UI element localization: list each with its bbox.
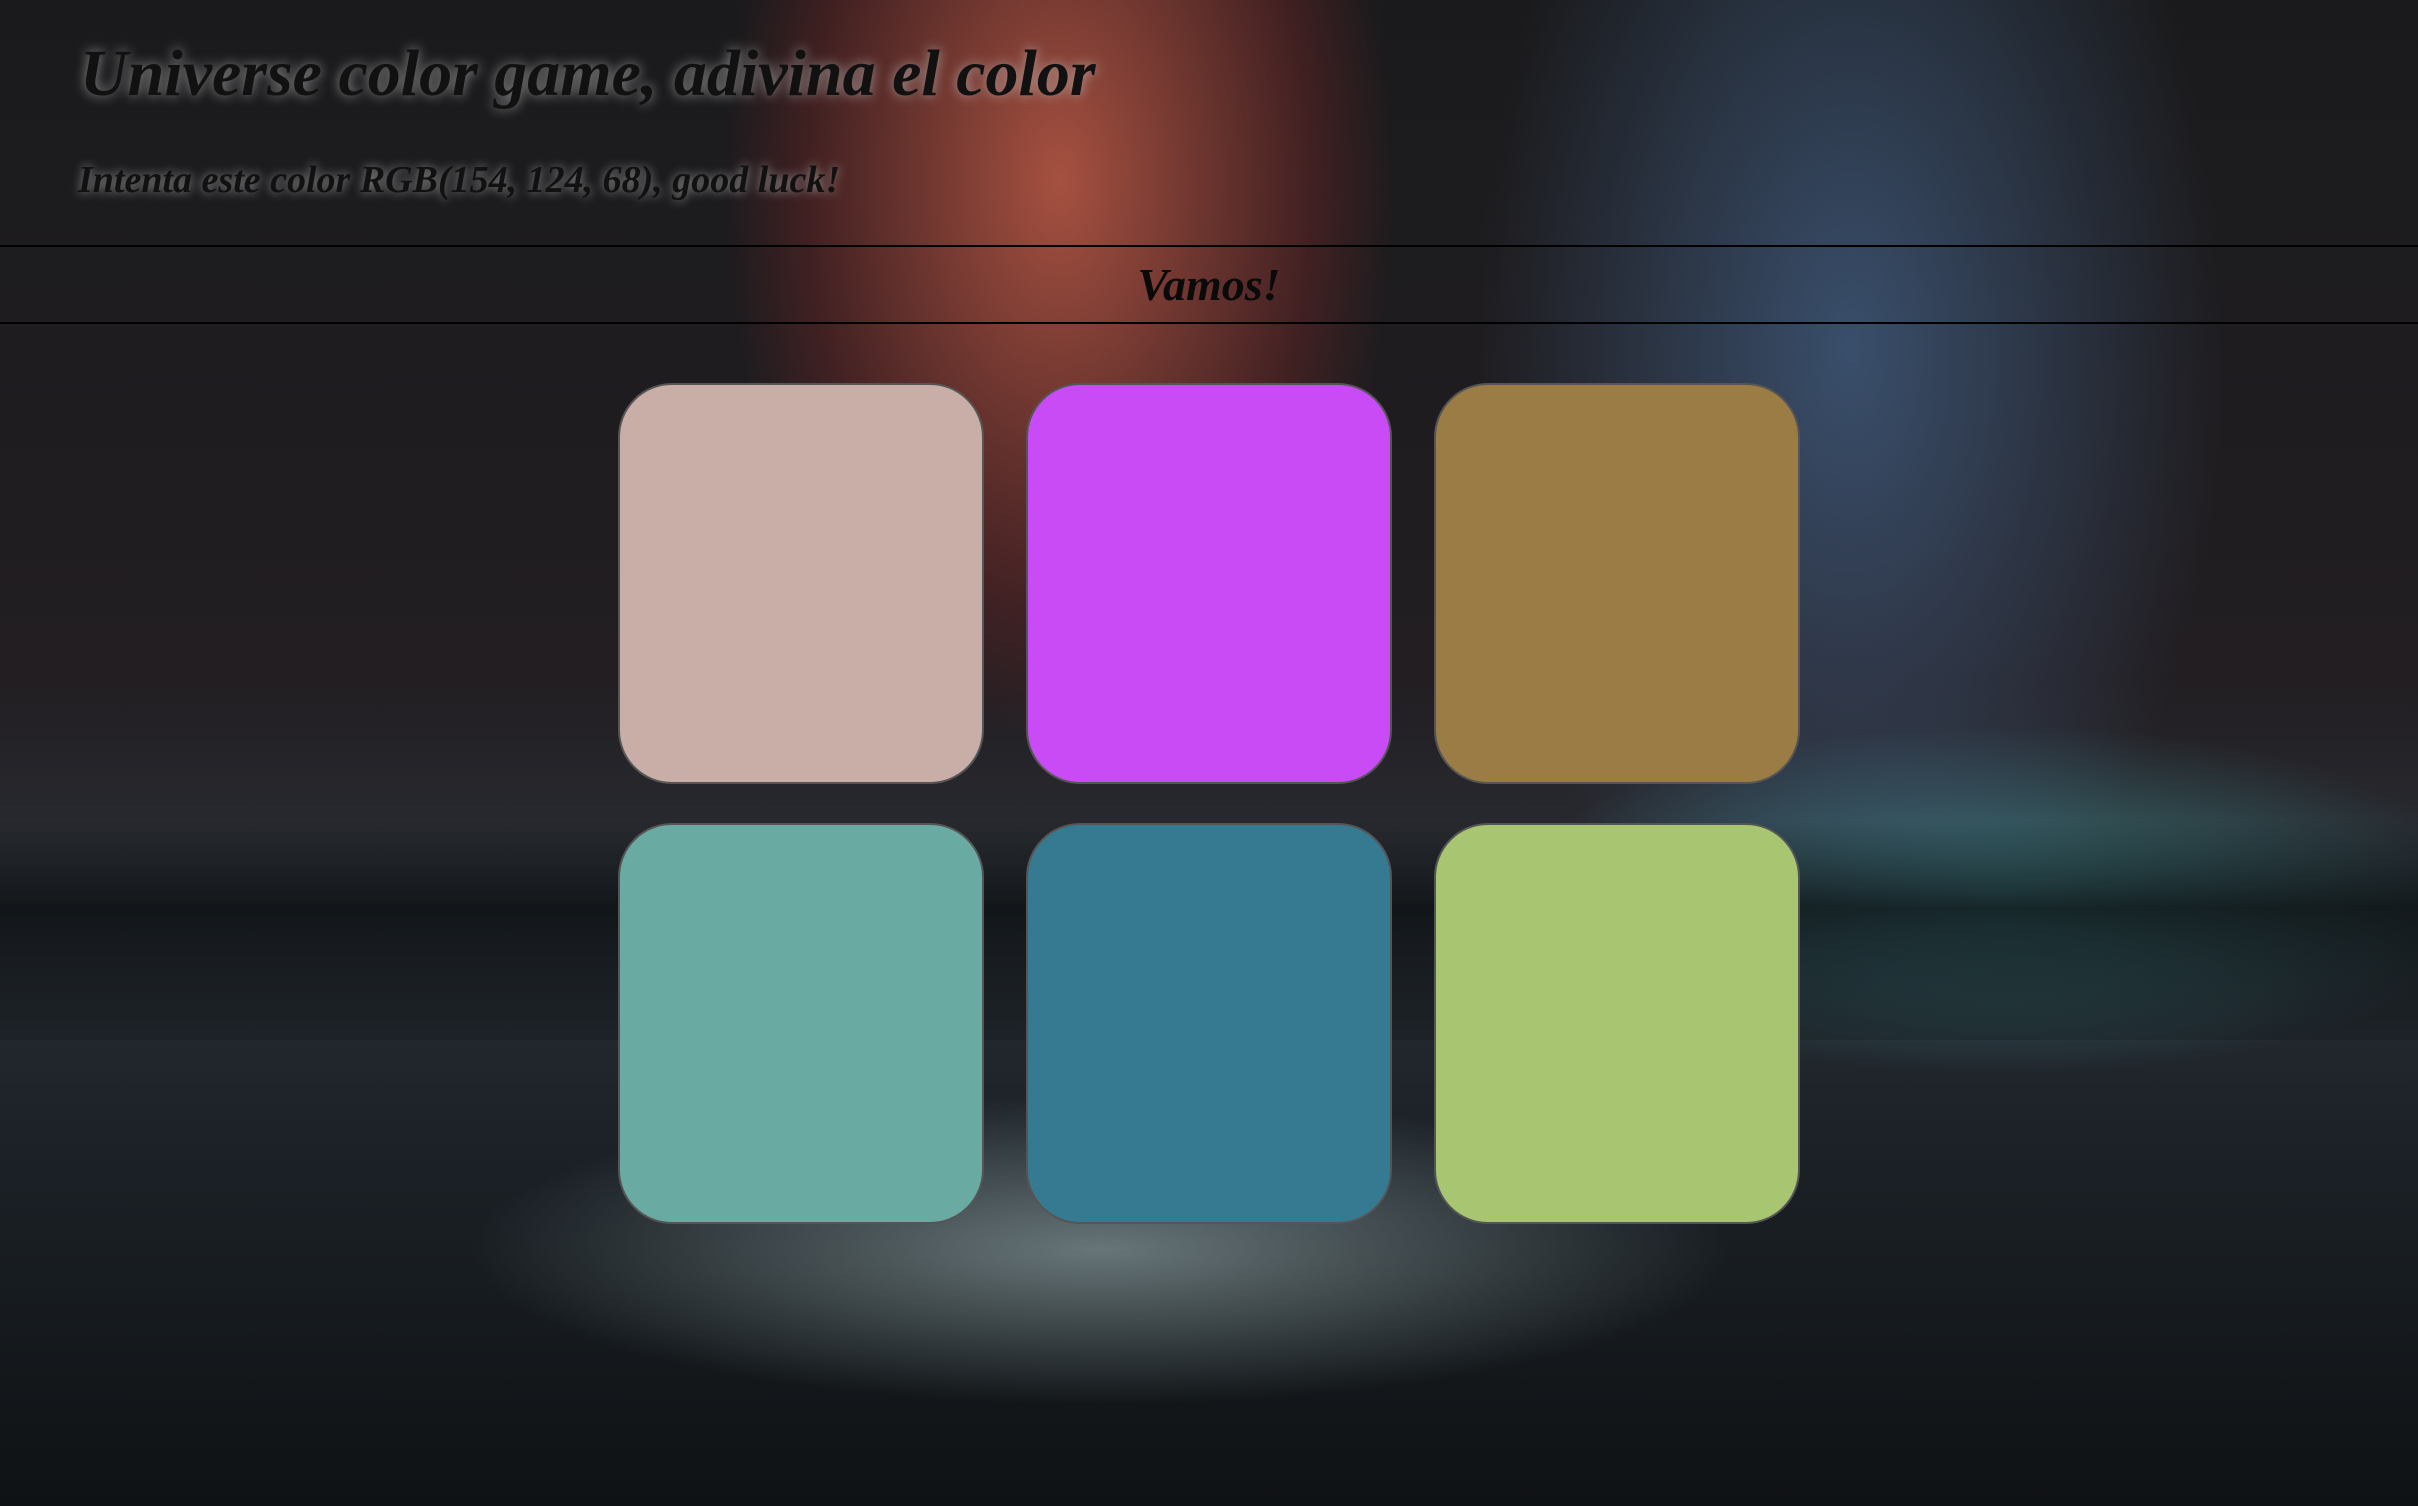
new-game-button[interactable]: Vamos!	[1137, 258, 1280, 311]
color-square[interactable]	[1026, 383, 1392, 784]
color-square[interactable]	[618, 383, 984, 784]
target-color-prompt: Intenta este color RGB(154, 124, 68), go…	[78, 159, 841, 201]
status-bar: Vamos!	[0, 245, 2418, 324]
color-grid	[618, 383, 1800, 1224]
page-title: Universe color game, adivina el color	[80, 37, 1096, 110]
color-square[interactable]	[1026, 823, 1392, 1224]
color-square[interactable]	[618, 823, 984, 1224]
color-square[interactable]	[1434, 383, 1800, 784]
color-square[interactable]	[1434, 823, 1800, 1224]
